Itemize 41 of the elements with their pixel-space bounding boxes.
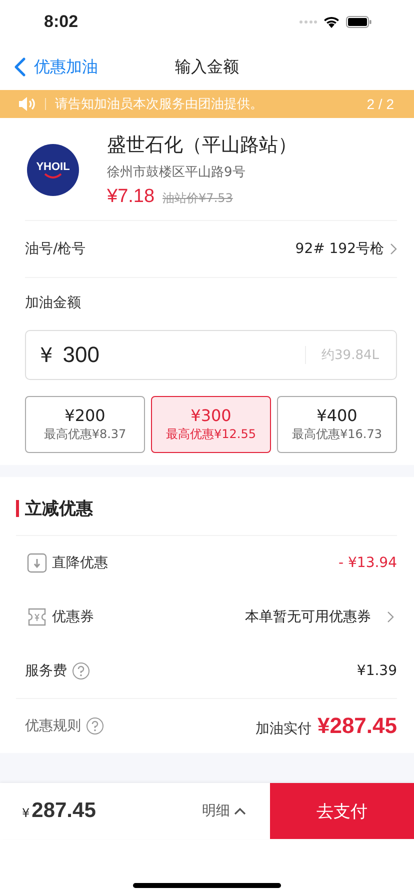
station-address: 徐州市鼓楼区平山路9号 [107,164,246,181]
total-amount: ¥287.45 [21,799,97,823]
fuel-price: ¥7.18 [107,186,155,208]
section-title: 立减优惠 [25,498,93,520]
back-button[interactable]: 优惠加油 [0,56,98,78]
station-name: 盛世石化（平山路站） [107,133,297,158]
back-icon [14,57,26,77]
list-price: 油站价¥7.53 [162,190,233,207]
battery-icon [346,16,372,28]
row-label: 优惠券 [52,608,94,626]
signal-icon [299,20,317,24]
row-label[interactable]: 优惠规则 [25,717,81,735]
row-label: 服务费 [25,662,67,680]
notice-text: 请告知加油员本次服务由团油提供。 [55,96,264,113]
fuel-selector[interactable]: 油号/枪号 92# 192号枪 [25,220,397,278]
pay-amount: ¥287.45 [317,713,397,739]
amount-option[interactable]: ¥300 最高优惠¥12.55 [151,396,271,453]
smile-icon [44,173,62,179]
notice-pager: 2 / 2 [366,96,394,112]
page-title: 输入金额 [175,56,239,78]
details-button[interactable]: 明细 [202,783,246,839]
chevron-icon [387,611,394,623]
row-label: 直降优惠 [52,554,108,572]
chevron-icon [390,243,397,255]
caret-icon [234,807,246,815]
speaker-icon [18,96,36,112]
coupon-selector[interactable]: 本单暂无可用优惠券 [245,608,397,626]
amount-field[interactable]: ¥ 300 约39.84L [25,330,397,380]
station-logo: YHOIL [27,144,79,196]
amount-option[interactable]: ¥200 最高优惠¥8.37 [25,396,145,453]
pay-button[interactable]: 去支付 [270,783,414,839]
row-value: ¥1.39 [356,663,397,679]
row-value: - ¥13.94 [338,555,397,571]
help-icon[interactable] [72,662,90,680]
amount-option[interactable]: ¥400 最高优惠¥16.73 [277,396,397,453]
help-icon[interactable] [86,717,104,735]
amount-label: 加油金额 [25,294,82,312]
pay-label: 加油实付 [255,720,312,738]
wifi-icon [323,16,340,28]
coupon-icon [27,608,47,626]
status-time: 8:02 [44,12,78,32]
